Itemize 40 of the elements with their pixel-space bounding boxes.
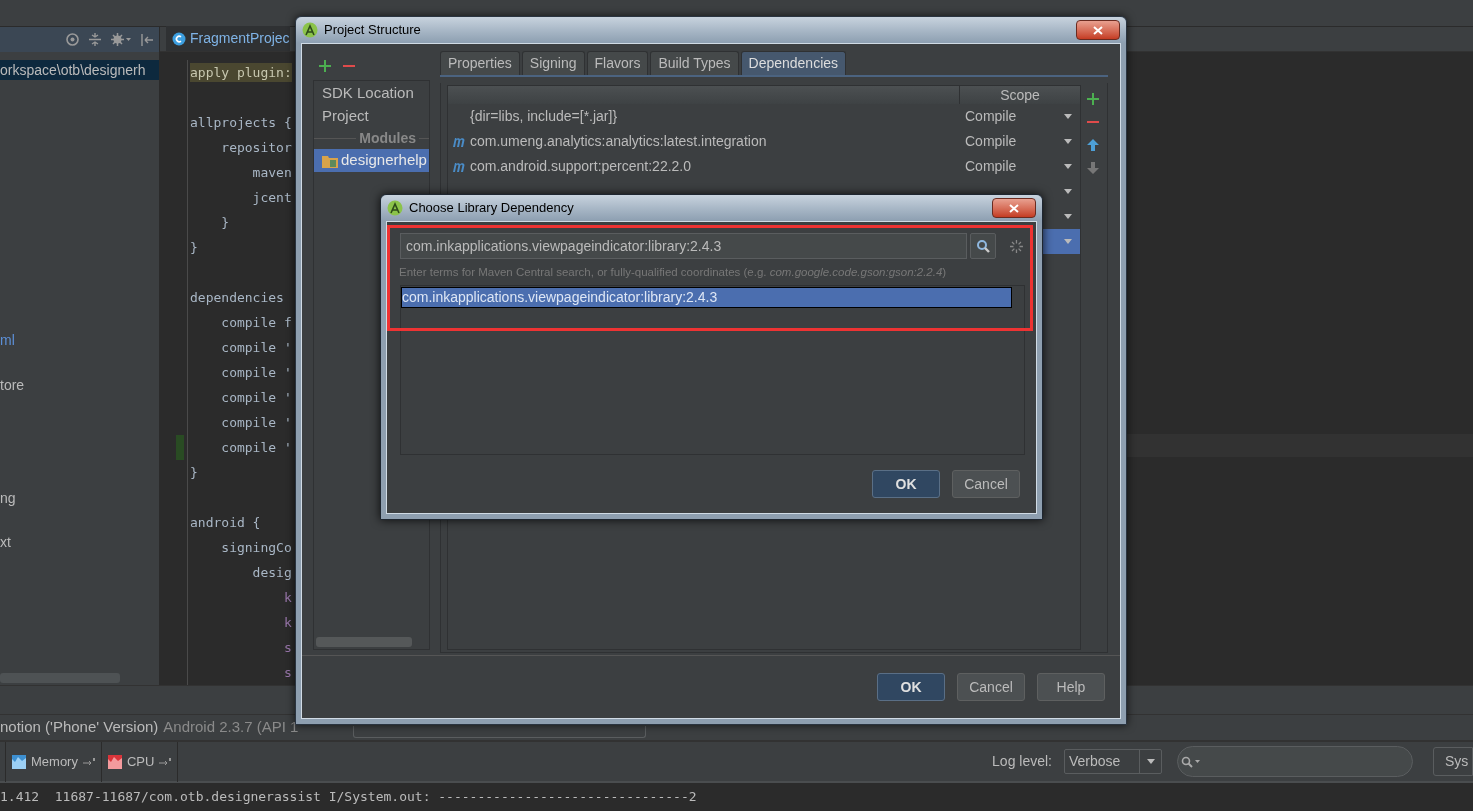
tab-label: CPU xyxy=(126,752,155,771)
scope-value: Compile xyxy=(965,157,1018,176)
code-line: repositor xyxy=(220,138,292,157)
scope-value: Compile xyxy=(965,132,1018,151)
code-line: compile f xyxy=(220,313,292,332)
log-line: 1.412 11687-11687/com.otb.designerassist I/System.out: --------------------------------2 xyxy=(0,788,697,807)
select-value: Verbose xyxy=(1068,752,1122,771)
log-level-label: Log level: xyxy=(992,752,1052,771)
window-title: Project Structure xyxy=(324,21,422,40)
code-line: maven xyxy=(251,163,292,182)
code-line: desig xyxy=(251,563,292,582)
tab-label: FragmentProjec xyxy=(190,29,290,48)
code-line: } xyxy=(190,463,198,482)
code-line: compile ' xyxy=(220,438,292,457)
tab-label: Memory xyxy=(31,752,78,771)
code-line: s xyxy=(282,638,292,657)
column-header: Scope xyxy=(999,86,1041,104)
code-line: android { xyxy=(190,513,261,532)
code-line: jcent xyxy=(251,188,292,207)
device-api: Android 2.3.7 (API 1 xyxy=(163,717,299,738)
code-line: s xyxy=(282,663,292,682)
dependency-name: com.umeng.analytics:analytics:latest.integration xyxy=(470,132,767,151)
code-line: compile ' xyxy=(220,413,292,432)
code-line: } xyxy=(190,238,198,257)
code-line: compile ' xyxy=(220,338,292,357)
code-line: compile ' xyxy=(220,388,292,407)
section-header: Modules xyxy=(359,129,416,148)
device-name: notion ('Phone' Version) xyxy=(0,717,159,738)
dependency-name: {dir=libs, include=[*.jar]} xyxy=(470,107,618,126)
scope-value: Compile xyxy=(965,107,1018,126)
code-line: compile ' xyxy=(220,363,292,382)
code-line: k xyxy=(282,613,292,632)
hint-text: Enter terms for Maven Central search, or fully-qualified coordinates (e.g. com.google.code.gson:gson:2.2.4) xyxy=(399,265,948,280)
code-line: dependencies xyxy=(190,288,284,307)
window-title: Choose Library Dependency xyxy=(409,199,575,218)
code-line: signingCo xyxy=(220,538,292,557)
code-line: k xyxy=(282,588,292,607)
code-line: } xyxy=(220,213,230,232)
dependency-name: com.android.support:percent:22.2.0 xyxy=(470,157,692,176)
code-line: allprojects { xyxy=(190,113,292,132)
